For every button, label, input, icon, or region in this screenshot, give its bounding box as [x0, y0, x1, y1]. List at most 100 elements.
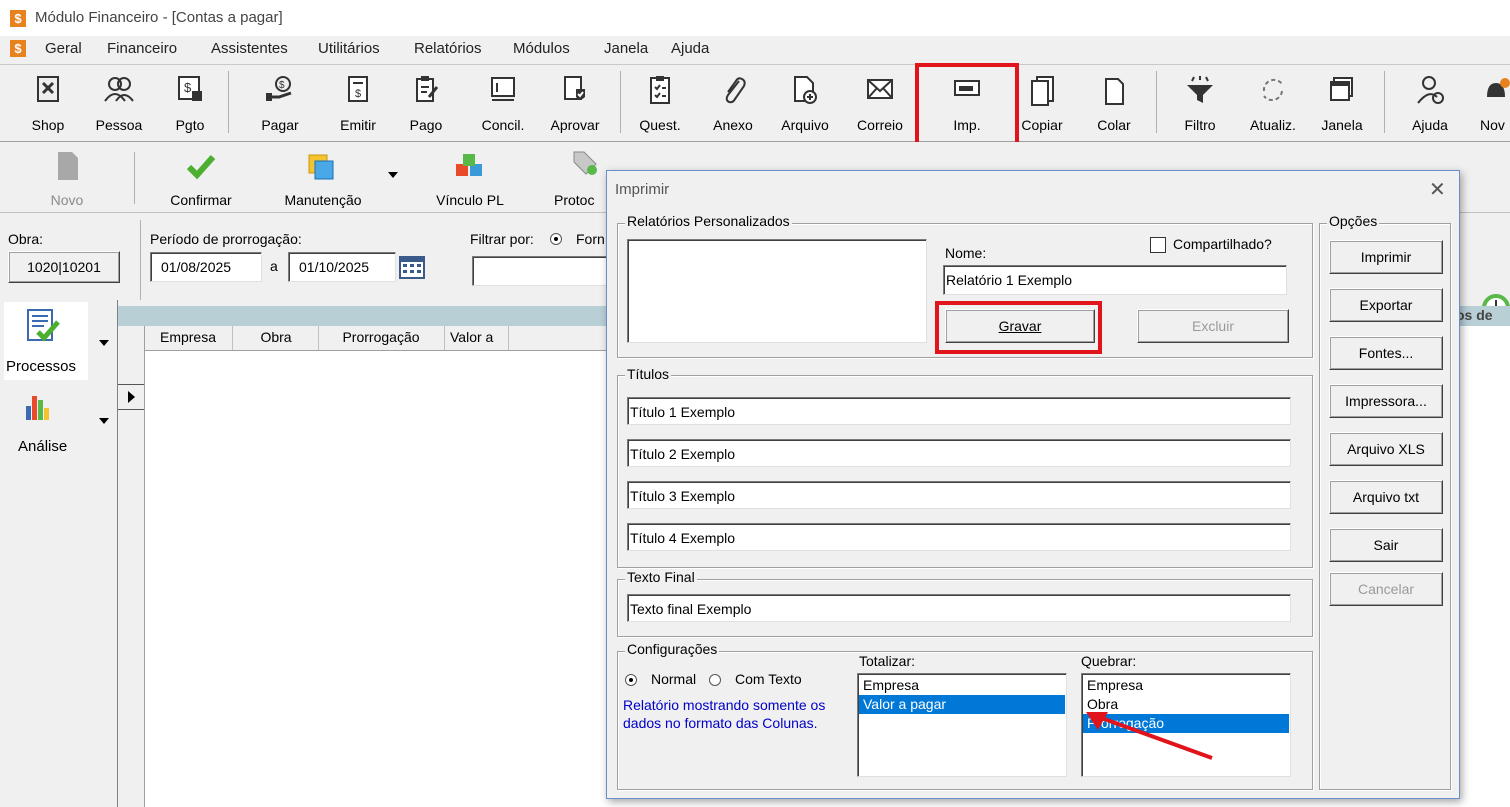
- pay-hand-icon: $: [266, 76, 292, 101]
- column-header-prorrogacao[interactable]: Prorrogação: [320, 329, 442, 345]
- correio-button[interactable]: Correio: [848, 69, 912, 137]
- totalizar-item-valor[interactable]: Valor a pagar: [859, 695, 1065, 714]
- filtrar-input[interactable]: [472, 256, 612, 286]
- menu-janela[interactable]: Janela: [604, 40, 648, 57]
- window-icon: [1330, 77, 1353, 101]
- column-header-obra[interactable]: Obra: [234, 329, 318, 345]
- row-pointer-icon: [128, 391, 135, 403]
- main-toolbar: Shop Pessoa $ Pgto $ Pagar $ Emitir Pago…: [0, 64, 1510, 143]
- pago-button[interactable]: Pago: [398, 69, 454, 137]
- colar-button[interactable]: Colar: [1086, 69, 1142, 137]
- arquivo-xls-button[interactable]: Arquivo XLS: [1329, 432, 1443, 466]
- processos-dropdown-arrow-icon[interactable]: [99, 340, 109, 346]
- filter-icon: [1187, 76, 1213, 103]
- titulo-2-input[interactable]: Título 2 Exemplo: [627, 439, 1291, 467]
- menu-relatorios[interactable]: Relatórios: [414, 40, 482, 57]
- exportar-button[interactable]: Exportar: [1329, 288, 1443, 322]
- pagar-button[interactable]: $ Pagar: [250, 69, 310, 137]
- menu-financeiro[interactable]: Financeiro: [107, 40, 177, 57]
- folders-icon: [308, 154, 334, 180]
- totalizar-list[interactable]: Empresa Valor a pagar: [857, 673, 1067, 777]
- clipboard-edit-icon: [416, 76, 439, 102]
- pessoa-button[interactable]: Pessoa: [88, 69, 150, 137]
- excluir-button[interactable]: Excluir: [1137, 309, 1289, 343]
- impressora-button[interactable]: Impressora...: [1329, 384, 1443, 418]
- titulo-1-input[interactable]: Título 1 Exemplo: [627, 397, 1291, 425]
- date-to-input[interactable]: 01/10/2025: [288, 252, 396, 282]
- nome-label: Nome:: [945, 245, 987, 261]
- document-dollar-icon: $: [348, 76, 368, 102]
- nome-input[interactable]: Relatório 1 Exemplo: [943, 265, 1287, 295]
- manutencao-button[interactable]: Manutenção: [268, 146, 378, 208]
- obra-button[interactable]: 1020|10201: [8, 251, 120, 283]
- quest-button[interactable]: Quest.: [630, 69, 690, 137]
- confirmar-button[interactable]: Confirmar: [156, 146, 246, 208]
- menu-modulos[interactable]: Módulos: [513, 40, 570, 57]
- sair-button[interactable]: Sair: [1329, 528, 1443, 562]
- column-header-valor[interactable]: Valor a: [450, 329, 510, 345]
- refresh-icon: [1262, 78, 1283, 102]
- highlight-imp-box: [915, 63, 1019, 149]
- vinculo-pl-button[interactable]: Vínculo PL: [420, 146, 520, 208]
- concil-button[interactable]: Concil.: [470, 69, 536, 137]
- dialog-close-icon[interactable]: ✕: [1429, 177, 1446, 202]
- file-add-icon: [794, 76, 817, 104]
- shop-button[interactable]: Shop: [20, 69, 76, 137]
- checklist-icon: [650, 76, 670, 104]
- emitir-button[interactable]: $ Emitir: [330, 69, 386, 137]
- bell-icon: [1487, 78, 1510, 97]
- analysis-chart-icon: [26, 396, 49, 420]
- menu-logo-icon[interactable]: $: [10, 40, 26, 57]
- arquivo-txt-button[interactable]: Arquivo txt: [1329, 480, 1443, 514]
- cancelar-button[interactable]: Cancelar: [1329, 572, 1443, 606]
- janela-button[interactable]: Janela: [1314, 69, 1370, 137]
- titulo-3-input[interactable]: Título 3 Exemplo: [627, 481, 1291, 509]
- calendar-icon[interactable]: [398, 252, 426, 280]
- cubes-icon: [456, 154, 482, 176]
- atualiz-button[interactable]: Atualiz.: [1238, 69, 1308, 137]
- menu-utilitarios[interactable]: Utilitários: [318, 40, 380, 57]
- novo-top-button[interactable]: Nov: [1476, 69, 1510, 137]
- processos-button[interactable]: Processos: [4, 302, 88, 380]
- fontes-button[interactable]: Fontes...: [1329, 336, 1443, 370]
- title-bar: $ Módulo Financeiro - [Contas a pagar]: [0, 0, 1510, 36]
- analise-button[interactable]: Análise: [4, 386, 88, 456]
- titulos-group-title: Títulos: [625, 366, 672, 382]
- quebrar-item-empresa[interactable]: Empresa: [1083, 676, 1289, 695]
- menu-geral[interactable]: Geral: [45, 40, 82, 57]
- compartilhado-checkbox[interactable]: [1150, 237, 1166, 253]
- titulo-4-input[interactable]: Título 4 Exemplo: [627, 523, 1291, 551]
- normal-radio[interactable]: [625, 674, 637, 686]
- manutencao-dropdown-arrow-icon[interactable]: [388, 172, 398, 178]
- totalizar-item-empresa[interactable]: Empresa: [859, 676, 1065, 695]
- ajuda-button[interactable]: Ajuda: [1402, 69, 1458, 137]
- novo-button[interactable]: Novo: [32, 146, 102, 208]
- shop-icon: [37, 76, 59, 102]
- copiar-button[interactable]: Copiar: [1014, 69, 1070, 137]
- column-header-empresa[interactable]: Empresa: [146, 329, 230, 345]
- pgto-button[interactable]: $ Pgto: [162, 69, 218, 137]
- texto-final-input[interactable]: Texto final Exemplo: [627, 594, 1291, 622]
- menu-ajuda[interactable]: Ajuda: [671, 40, 709, 57]
- annotation-arrow-icon: [1086, 712, 1213, 760]
- filtrar-radio[interactable]: [550, 233, 562, 245]
- new-document-icon: [58, 152, 78, 180]
- menu-assistentes[interactable]: Assistentes: [211, 40, 288, 57]
- filtro-button[interactable]: Filtro: [1172, 69, 1228, 137]
- com-texto-radio[interactable]: [709, 674, 721, 686]
- filtrar-label: Filtrar por:: [470, 231, 534, 247]
- arquivo-button[interactable]: Arquivo: [772, 69, 838, 137]
- current-row-indicator[interactable]: [118, 384, 144, 410]
- opcoes-group-title: Opções: [1327, 213, 1380, 229]
- analise-dropdown-arrow-icon[interactable]: [99, 418, 109, 424]
- config-info-text: Relatório mostrando somente os dados no …: [623, 697, 826, 731]
- imprimir-button[interactable]: Imprimir: [1329, 240, 1443, 274]
- aprovar-button[interactable]: Aprovar: [540, 69, 610, 137]
- totalizar-label: Totalizar:: [859, 653, 916, 669]
- relatorios-list[interactable]: [627, 239, 927, 343]
- anexo-button[interactable]: Anexo: [703, 69, 763, 137]
- protocolo-button[interactable]: Protoc: [540, 146, 606, 208]
- people-icon: [104, 77, 134, 102]
- date-from-input[interactable]: 01/08/2025: [150, 252, 262, 282]
- periodo-label: Período de prorrogação:: [150, 231, 302, 247]
